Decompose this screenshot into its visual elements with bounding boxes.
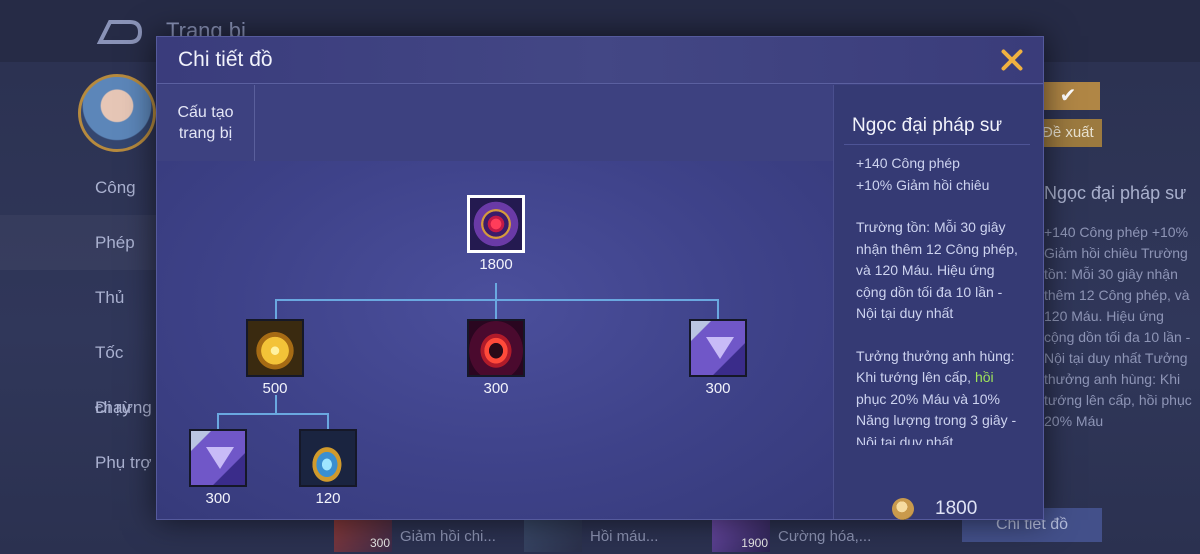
item-cost: 300: [205, 490, 231, 507]
bottom-item[interactable]: 300 Giảm hồi chi...: [334, 518, 496, 554]
price-row: 1800: [892, 497, 977, 521]
amulet-icon: [299, 429, 357, 487]
item-thumbnail: 300: [334, 520, 392, 552]
close-icon[interactable]: [999, 47, 1025, 73]
hero-avatar[interactable]: [78, 74, 156, 152]
item-thumbnail: 1900: [712, 520, 770, 552]
stat-line: +140 Công phép: [856, 155, 960, 171]
tree-node[interactable]: 300: [187, 429, 249, 507]
tree-node[interactable]: 300: [465, 319, 527, 397]
sidebar-item-defense[interactable]: Thủ: [0, 270, 156, 325]
tree-node-root[interactable]: 1800: [465, 195, 527, 273]
modal-header: Chi tiết đồ: [157, 37, 1043, 84]
item-description[interactable]: +140 Công phép +10% Giảm hồi chiêu Trườn…: [856, 153, 1026, 445]
item-cost: 1800: [479, 256, 513, 273]
tree-connector: [717, 299, 719, 319]
item-cost: 120: [315, 490, 341, 507]
confirm-button[interactable]: ✔: [1036, 82, 1100, 110]
bottom-item[interactable]: 1900 Cường hóa,...: [712, 518, 871, 554]
item-name: Ngọc đại pháp sư: [852, 115, 1003, 136]
red-ring-icon: [467, 319, 525, 377]
item-cost: 500: [262, 380, 288, 397]
passive-text: Tưởng thưởng anh hùng: Khi tướng lên cấp…: [856, 347, 1017, 446]
tree-connector: [275, 299, 277, 319]
sidebar-item-magic[interactable]: Phép: [0, 215, 156, 270]
gold-coin-icon: [892, 498, 914, 520]
back-arrow-icon[interactable]: [96, 20, 144, 44]
modal-title: Chi tiết đồ: [178, 48, 273, 71]
tree-connector: [495, 283, 497, 299]
sidebar-item-attack[interactable]: Công: [0, 160, 156, 215]
tree-connector: [217, 413, 329, 415]
tree-node[interactable]: 300: [687, 319, 749, 397]
spell-book-icon: [689, 319, 747, 377]
item-info-panel: Ngọc đại pháp sư +140 Công phép +10% Giả…: [833, 85, 1043, 521]
suggest-button[interactable]: Đề xuất: [1036, 119, 1102, 147]
sidebar-item-jungle[interactable]: Đi rừng: [0, 380, 156, 435]
item-thumbnail: [524, 520, 582, 552]
tree-connector: [495, 299, 497, 319]
highlight-keyword: hồi: [974, 369, 994, 385]
tree-connector: [327, 413, 329, 429]
check-icon: ✔: [1059, 85, 1077, 107]
arcane-gem-icon: [467, 195, 525, 253]
gold-tome-icon: [246, 319, 304, 377]
item-price: 1800: [935, 498, 978, 519]
sidebar-item-support[interactable]: Phụ trợ: [0, 435, 156, 490]
bg-item-description: +140 Công phép +10% Giảm hồi chiêu Trườn…: [1044, 224, 1192, 429]
tree-connector: [275, 299, 719, 301]
stat-line: +10% Giảm hồi chiêu: [856, 176, 990, 193]
spell-book-icon: [189, 429, 247, 487]
tree-node[interactable]: 500: [244, 319, 306, 397]
tree-node[interactable]: 120: [297, 429, 359, 507]
tree-connector: [275, 395, 277, 413]
category-sidebar: Công Phép Thủ Tốc chạy Đi rừng Phụ trợ: [0, 160, 156, 490]
recipe-tree: 1800 500 300 300 300 120: [157, 161, 833, 519]
sidebar-item-speed[interactable]: Tốc chạy: [0, 325, 156, 417]
passive-text: Trường tồn: Mỗi 30 giây nhận thêm 12 Côn…: [856, 219, 1018, 321]
item-cost: 300: [705, 380, 731, 397]
tree-connector: [217, 413, 219, 429]
divider: [844, 144, 1030, 145]
item-cost: 300: [483, 380, 509, 397]
tab-item-recipe[interactable]: Cấu tạo trang bị: [157, 85, 255, 161]
recipe-header: Cấu tạo trang bị: [157, 85, 833, 161]
bottom-item-strip: 300 Giảm hồi chi... Hồi máu... 1900 Cườn…: [330, 518, 930, 554]
bottom-item[interactable]: Hồi máu...: [524, 518, 658, 554]
bg-item-title: Ngọc đại pháp sư: [1044, 183, 1187, 203]
item-detail-modal: Chi tiết đồ Cấu tạo trang bị 1800 500 30…: [156, 36, 1044, 520]
